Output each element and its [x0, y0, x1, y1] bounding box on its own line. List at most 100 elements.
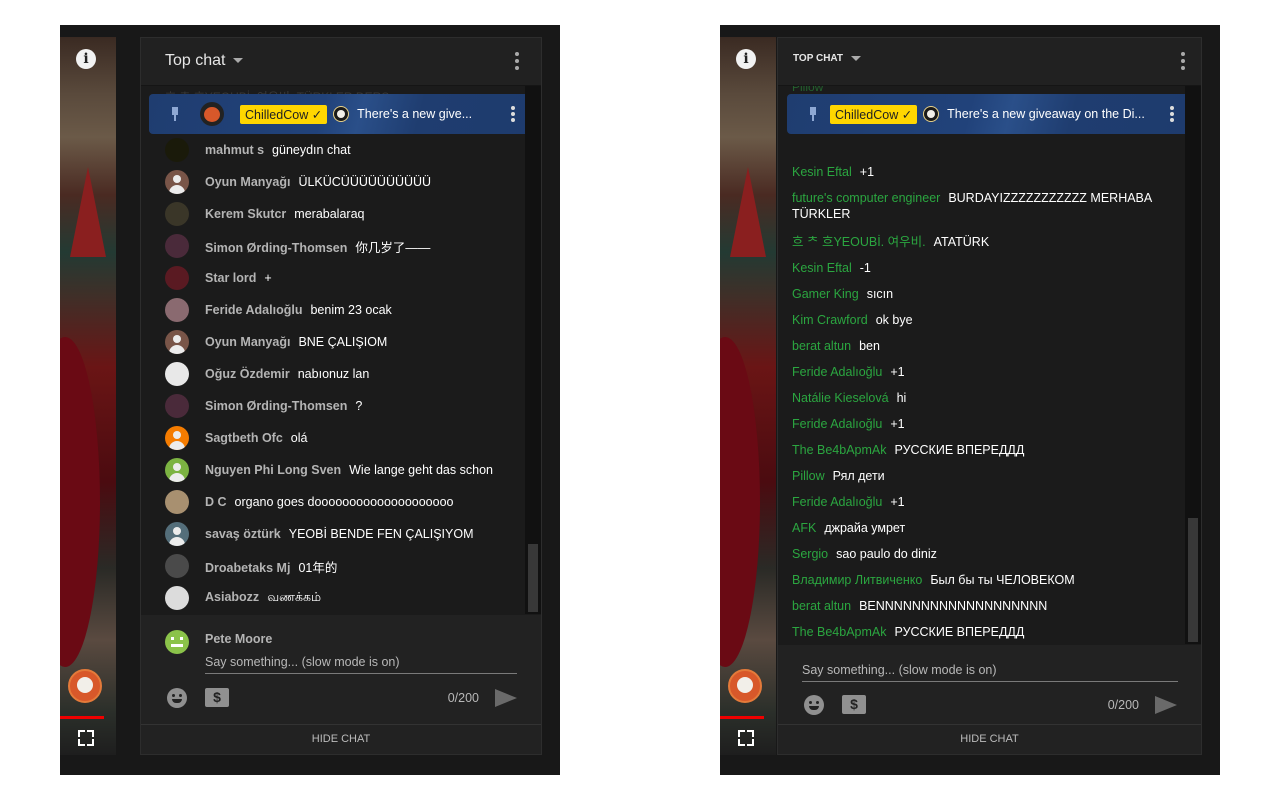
info-icon[interactable]: i	[76, 49, 96, 69]
pinned-message-banner[interactable]: ChilledCow ✓ There's a new give...	[149, 94, 525, 134]
chat-message[interactable]: Feride Adalıoğlu +1	[792, 416, 1177, 432]
chat-message[interactable]: The Be4bApmAk РУССКИЕ ВПЕРЕДДД	[792, 442, 1177, 458]
author-avatar[interactable]	[165, 170, 189, 194]
chat-scrollbar-thumb[interactable]	[528, 544, 538, 612]
chat-message[interactable]: Feride Adalıoğlu +1	[792, 364, 1177, 380]
emoji-icon[interactable]	[804, 695, 824, 715]
author-name[interactable]: future's computer engineer	[792, 191, 940, 205]
channel-watermark-logo[interactable]	[728, 669, 762, 703]
chat-message[interactable]: Sergio sao paulo do diniz	[792, 546, 1177, 562]
author-name[interactable]: The Be4bApmAk	[792, 625, 887, 639]
chat-mode-dropdown[interactable]: Top chat	[165, 52, 244, 70]
chat-message[interactable]: Pillow Рял дети	[792, 468, 1177, 484]
video-progress-bar[interactable]	[60, 716, 104, 719]
chat-message[interactable]: Droabetaks Mj 01年的	[165, 554, 517, 578]
owner-name-chip[interactable]: ChilledCow ✓	[830, 104, 918, 124]
chat-message[interactable]: Gamer King sıcın	[792, 286, 1177, 302]
chat-message[interactable]: Oyun Manyağı BNE ÇALIŞIOM	[165, 330, 517, 354]
pinned-more-options-icon[interactable]	[511, 106, 515, 122]
author-name[interactable]: Feride Adalıoğlu	[792, 495, 882, 509]
hide-chat-button[interactable]: HIDE CHAT	[778, 724, 1201, 754]
author-avatar[interactable]	[165, 330, 189, 354]
chat-mode-dropdown[interactable]: TOP CHAT	[793, 53, 862, 64]
author-name[interactable]: Droabetaks Mj	[205, 561, 290, 575]
author-name[interactable]: savaş öztürk	[205, 527, 281, 541]
author-name[interactable]: mahmut s	[205, 143, 264, 157]
author-name[interactable]: Feride Adalıoğlu	[792, 365, 882, 379]
chat-message[interactable]: 흐 ᄎ 흐YEOUBİ. 여우비. ATATÜRK	[792, 234, 1177, 250]
pinned-more-options-icon[interactable]	[1170, 106, 1174, 122]
hide-chat-button[interactable]: HIDE CHAT	[141, 724, 541, 754]
author-name[interactable]: berat altun	[792, 599, 851, 613]
author-name[interactable]: Владимир Литвиченко	[792, 573, 922, 587]
author-name[interactable]: Feride Adalıoğlu	[205, 303, 302, 317]
chat-message[interactable]: Oyun Manyağı ÜLKÜCÜÜÜÜÜÜÜÜÜÜ	[165, 170, 517, 194]
chat-message[interactable]: Simon Ørding-Thomsen 你几岁了——	[165, 234, 517, 258]
chat-message[interactable]: Natálie Kieselová hi	[792, 390, 1177, 406]
author-avatar[interactable]	[165, 202, 189, 226]
author-avatar[interactable]	[165, 266, 189, 290]
chat-scrollbar[interactable]	[525, 86, 541, 614]
more-options-icon[interactable]	[515, 52, 519, 70]
fullscreen-icon[interactable]	[78, 730, 94, 746]
author-avatar[interactable]	[165, 426, 189, 450]
author-name[interactable]: Sagtbeth Ofc	[205, 431, 283, 445]
chat-message[interactable]: mahmut s güneydın chat	[165, 138, 517, 162]
author-name[interactable]: Natálie Kieselová	[792, 391, 889, 405]
author-name[interactable]: Kerem Skutcr	[205, 207, 286, 221]
video-player[interactable]: i	[720, 37, 776, 755]
send-icon[interactable]	[1155, 696, 1177, 714]
chat-message[interactable]: Nguyen Phi Long Sven Wie lange geht das s…	[165, 458, 517, 482]
author-name[interactable]: Asiabozz	[205, 590, 259, 604]
author-name[interactable]: The Be4bApmAk	[792, 443, 887, 457]
chat-message[interactable]: future's computer engineer BURDAYIZZZZZZZ…	[792, 190, 1177, 222]
chat-message-list[interactable]: 흐 ᄎ 흐YEOUBİ. 여우비. TÜRKLER DERS ChilledCo…	[141, 86, 525, 614]
author-name[interactable]: 흐 ᄎ 흐YEOUBİ. 여우비.	[792, 235, 926, 249]
author-name[interactable]: Oyun Manyağı	[205, 335, 290, 349]
chat-message[interactable]: D C organo goes doooooooooooooooooooo	[165, 490, 517, 514]
chat-message[interactable]: berat altun ben	[792, 338, 1177, 354]
author-avatar[interactable]	[165, 362, 189, 386]
chat-message[interactable]: Kim Crawford ok bye	[792, 312, 1177, 328]
chat-scrollbar-thumb[interactable]	[1188, 518, 1198, 642]
chat-message[interactable]: Asiabozz வணக்கம்	[165, 586, 517, 610]
author-name[interactable]: Simon Ørding-Thomsen	[205, 399, 347, 413]
author-name[interactable]: D C	[205, 495, 227, 509]
author-avatar[interactable]	[165, 586, 189, 610]
super-chat-icon[interactable]: $	[842, 695, 866, 714]
chat-message[interactable]: Владимир Литвиченко Был бы ты ЧЕЛОВЕКОМ	[792, 572, 1177, 588]
author-name[interactable]: Gamer King	[792, 287, 859, 301]
author-avatar[interactable]	[165, 394, 189, 418]
author-avatar[interactable]	[165, 458, 189, 482]
chat-message[interactable]: AFK джрайа умрет	[792, 520, 1177, 536]
emoji-icon[interactable]	[167, 688, 187, 708]
author-avatar[interactable]	[165, 554, 189, 578]
author-name[interactable]: AFK	[792, 521, 816, 535]
fullscreen-icon[interactable]	[738, 730, 754, 746]
author-name[interactable]: Sergio	[792, 547, 828, 561]
author-avatar[interactable]	[165, 522, 189, 546]
super-chat-icon[interactable]: $	[205, 688, 229, 707]
info-icon[interactable]: i	[736, 49, 756, 69]
author-name[interactable]: Oğuz Özdemir	[205, 367, 290, 381]
author-name[interactable]: Kesin Eftal	[792, 261, 852, 275]
chat-message-input[interactable]	[205, 651, 517, 674]
author-name[interactable]: Oyun Manyağı	[205, 175, 290, 189]
chat-message[interactable]: Star lord +	[165, 266, 517, 290]
chat-scrollbar[interactable]	[1185, 86, 1201, 644]
chat-message[interactable]: Kesin Eftal +1	[792, 164, 1177, 180]
chat-message[interactable]: Sagtbeth Ofc olá	[165, 426, 517, 450]
chat-message-input[interactable]	[802, 659, 1178, 682]
chat-message[interactable]: Feride Adalıoğlu benim 23 ocak	[165, 298, 517, 322]
chat-message[interactable]: Simon Ørding-Thomsen?	[165, 394, 517, 418]
more-options-icon[interactable]	[1181, 52, 1185, 70]
author-name[interactable]: Simon Ørding-Thomsen	[205, 241, 347, 255]
chat-message[interactable]: Oğuz Özdemir nabıonuz lan	[165, 362, 517, 386]
author-avatar[interactable]	[165, 234, 189, 258]
author-name[interactable]: Star lord	[205, 271, 256, 285]
author-name[interactable]: Kesin Eftal	[792, 165, 852, 179]
video-player[interactable]: i	[60, 37, 116, 755]
author-avatar[interactable]	[165, 138, 189, 162]
send-icon[interactable]	[495, 689, 517, 707]
chat-message[interactable]: Feride Adalıoğlu +1	[792, 494, 1177, 510]
